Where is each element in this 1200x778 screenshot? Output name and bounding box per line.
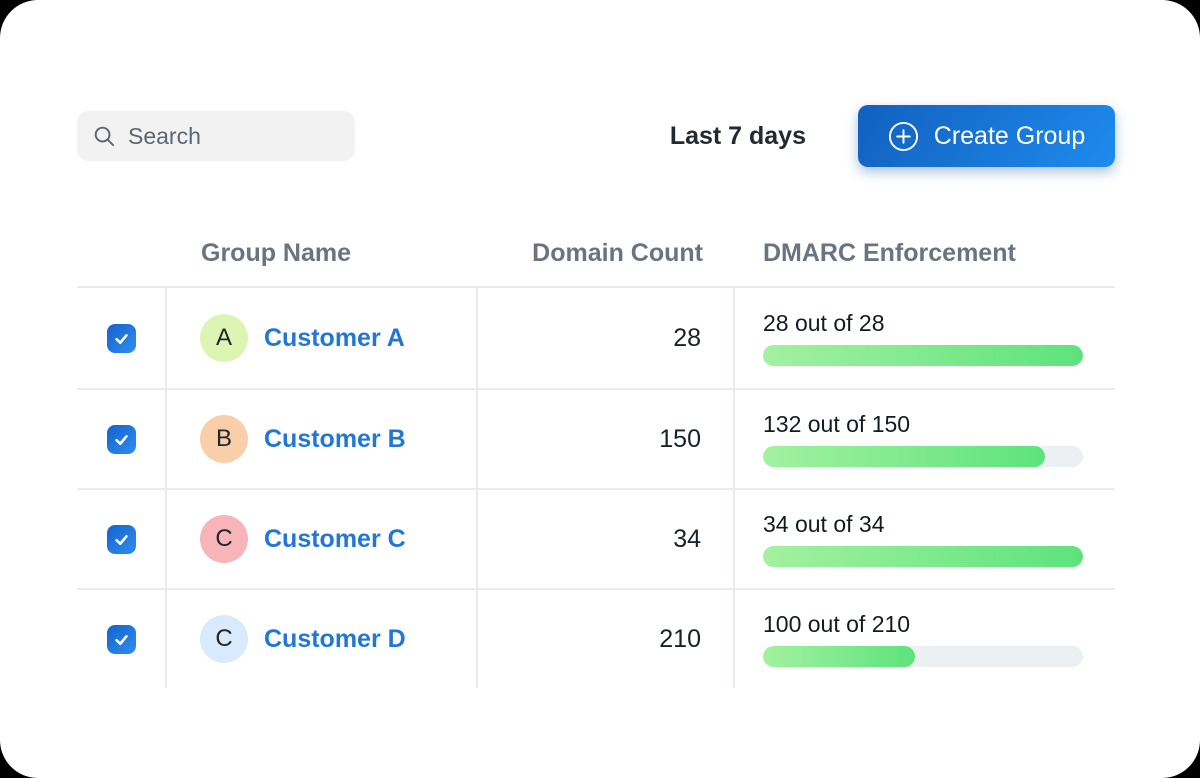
group-name-cell: C Customer D (167, 590, 478, 688)
group-name-cell: A Customer A (167, 288, 478, 388)
groups-table: Group Name Domain Count DMARC Enforcemen… (77, 220, 1115, 688)
checkmark-icon (113, 531, 130, 548)
progress-bar-track (763, 446, 1083, 467)
create-group-label: Create Group (934, 122, 1085, 151)
progress-bar-track (763, 646, 1083, 667)
group-name-cell: B Customer B (167, 390, 478, 488)
select-cell (77, 590, 167, 688)
domain-count-value: 150 (659, 425, 701, 454)
row-checkbox[interactable] (107, 425, 136, 454)
enforcement-label: 34 out of 34 (763, 511, 1083, 538)
domain-count-cell: 28 (478, 288, 735, 388)
date-range-filter[interactable]: Last 7 days (670, 122, 806, 151)
table-row: C Customer C 34 34 out of 34 (77, 488, 1115, 588)
avatar: C (200, 615, 248, 663)
row-checkbox[interactable] (107, 625, 136, 654)
group-name-cell: C Customer C (167, 490, 478, 588)
avatar: B (200, 415, 248, 463)
create-group-button[interactable]: Create Group (858, 105, 1115, 167)
group-name-link[interactable]: Customer D (264, 625, 406, 654)
domain-count-value: 28 (673, 324, 701, 353)
table-header: Group Name Domain Count DMARC Enforcemen… (77, 220, 1115, 288)
select-cell (77, 490, 167, 588)
search-box[interactable] (77, 111, 355, 161)
dmarc-enforcement-cell: 34 out of 34 (735, 490, 1115, 588)
enforcement-label: 132 out of 150 (763, 411, 1083, 438)
domain-count-cell: 34 (478, 490, 735, 588)
table-row: A Customer A 28 28 out of 28 (77, 288, 1115, 388)
dmarc-enforcement-cell: 132 out of 150 (735, 390, 1115, 488)
header-domain-count: Domain Count (478, 220, 735, 286)
group-name-link[interactable]: Customer B (264, 425, 406, 454)
table-row: B Customer B 150 132 out of 150 (77, 388, 1115, 488)
domain-count-cell: 210 (478, 590, 735, 688)
search-input[interactable] (128, 123, 339, 150)
domain-count-value: 34 (673, 525, 701, 554)
header-group-name: Group Name (167, 220, 478, 286)
domain-count-value: 210 (659, 625, 701, 654)
checkmark-icon (113, 631, 130, 648)
checkmark-icon (113, 330, 130, 347)
app-card: Last 7 days Create Group Group Name Doma… (0, 0, 1200, 778)
avatar: A (200, 314, 248, 362)
plus-circle-icon (888, 121, 919, 152)
row-checkbox[interactable] (107, 525, 136, 554)
avatar: C (200, 515, 248, 563)
group-name-link[interactable]: Customer C (264, 525, 406, 554)
progress-bar-fill (763, 446, 1045, 467)
progress-bar-fill (763, 646, 915, 667)
domain-count-cell: 150 (478, 390, 735, 488)
progress-bar-fill (763, 546, 1083, 567)
dmarc-enforcement-cell: 100 out of 210 (735, 590, 1115, 688)
checkmark-icon (113, 431, 130, 448)
header-select-column (77, 220, 167, 286)
table-row: C Customer D 210 100 out of 210 (77, 588, 1115, 688)
enforcement-label: 100 out of 210 (763, 611, 1083, 638)
select-cell (77, 390, 167, 488)
row-checkbox[interactable] (107, 324, 136, 353)
enforcement-label: 28 out of 28 (763, 310, 1083, 337)
table-body: A Customer A 28 28 out of 28 B Customer (77, 288, 1115, 688)
group-name-link[interactable]: Customer A (264, 324, 405, 353)
header-dmarc-enforcement: DMARC Enforcement (735, 220, 1115, 286)
dmarc-enforcement-cell: 28 out of 28 (735, 288, 1115, 388)
progress-bar-track (763, 345, 1083, 366)
toolbar: Last 7 days Create Group (77, 105, 1115, 167)
search-icon (93, 125, 116, 148)
progress-bar-fill (763, 345, 1083, 366)
progress-bar-track (763, 546, 1083, 567)
select-cell (77, 288, 167, 388)
